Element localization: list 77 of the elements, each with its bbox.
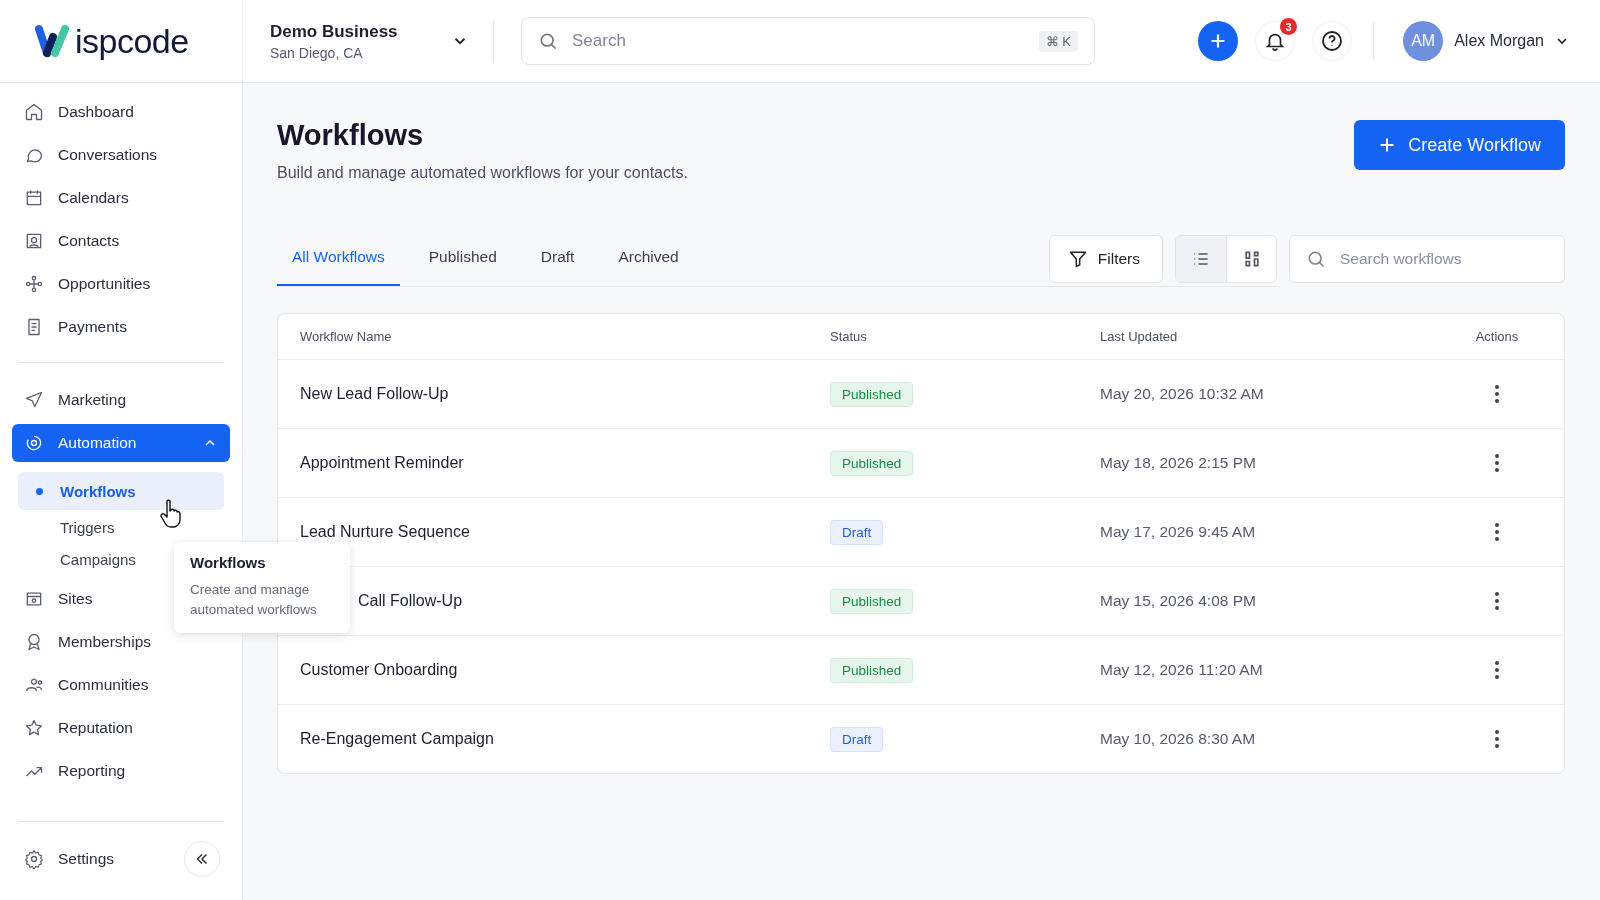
vertical-dots-icon <box>1494 729 1500 749</box>
workflow-name: Appointment Reminder <box>300 454 465 472</box>
add-button[interactable] <box>1198 21 1239 61</box>
status-badge: Published <box>830 588 914 614</box>
sidebar-item[interactable]: Marketing <box>12 381 230 419</box>
vertical-dots-icon <box>1494 522 1500 542</box>
status-badge: Published <box>830 657 914 683</box>
sidebar-item[interactable]: Reporting <box>12 752 230 790</box>
sidebar-item[interactable]: Memberships <box>12 623 230 661</box>
tooltip-text: Create and manage automated workflows <box>190 581 318 619</box>
sidebar-item[interactable]: Payments <box>12 308 230 346</box>
tab[interactable]: Published <box>413 230 512 286</box>
notifications-button[interactable]: 3 <box>1255 21 1296 61</box>
sidebar-item[interactable]: Dashboard <box>12 93 230 131</box>
last-updated: May 18, 2026 2:15 PM <box>1100 454 1257 472</box>
vertical-dots-icon <box>1494 384 1500 404</box>
search-field[interactable]: Search ⌘ K <box>521 17 1095 65</box>
paper-plane-icon <box>24 390 44 410</box>
search-workflows-field[interactable]: Search workflows <box>1289 234 1565 283</box>
contact-card-icon <box>24 231 44 251</box>
tab[interactable]: Archived <box>603 230 694 286</box>
status-badge: Draft <box>830 726 884 752</box>
collapse-sidebar-button[interactable] <box>184 841 220 877</box>
search-icon <box>538 31 558 51</box>
grid-view-button[interactable] <box>1226 235 1276 282</box>
column-header: Status <box>830 329 868 344</box>
notification-count: 3 <box>1280 18 1298 35</box>
network-icon <box>24 274 44 294</box>
vertical-dots-icon <box>1494 591 1500 611</box>
column-header: Actions <box>1474 329 1520 344</box>
settings-item[interactable]: Settings <box>12 840 126 878</box>
list-view-button[interactable] <box>1176 235 1226 282</box>
vertical-dots-icon <box>1494 453 1500 473</box>
workflow-name: New Lead Follow-Up <box>300 385 450 403</box>
last-updated: May 15, 2026 4:08 PM <box>1100 592 1257 610</box>
last-updated: May 12, 2026 11:20 AM <box>1100 661 1264 679</box>
page-title: Workflows <box>277 119 425 152</box>
last-updated: May 10, 2026 8:30 AM <box>1100 730 1257 748</box>
tab[interactable]: Draft <box>525 230 590 286</box>
business-selector[interactable]: Demo Business San Diego, CA <box>243 21 493 61</box>
status-badge: Published <box>830 450 914 476</box>
search-input[interactable]: Search <box>570 30 1027 52</box>
vertical-dots-icon <box>1494 660 1500 680</box>
workflow-name: Lead Nurture Sequence <box>300 523 471 541</box>
column-header: Workflow Name <box>300 329 393 344</box>
help-icon <box>1320 29 1345 53</box>
star-icon <box>24 718 44 738</box>
create-workflow-button[interactable]: Create Workflow <box>1354 120 1565 170</box>
last-updated: May 17, 2026 9:45 AM <box>1100 523 1257 541</box>
sidebar-subitem[interactable]: Workflows <box>18 472 224 510</box>
status-badge: Published <box>830 381 914 407</box>
settings-icon <box>24 849 44 869</box>
help-button[interactable] <box>1312 21 1353 61</box>
logo-text: ispcode <box>75 21 189 61</box>
status-badge: Draft <box>830 519 884 545</box>
filters-button[interactable]: Filters <box>1048 234 1163 283</box>
sidebar-item[interactable]: Contacts <box>12 222 230 260</box>
sidebar-item[interactable]: Reputation <box>12 709 230 747</box>
target-icon <box>24 433 44 453</box>
sidebar-item[interactable]: Automation <box>12 424 230 462</box>
sidebar-item[interactable]: Conversations <box>12 136 230 174</box>
shortcut-hint: ⌘ K <box>1038 30 1078 52</box>
last-updated: May 20, 2026 10:32 AM <box>1100 385 1265 403</box>
house-icon <box>24 102 44 122</box>
workflow-name: Re-Engagement Campaign <box>300 730 495 748</box>
column-header: Last Updated <box>1100 329 1179 344</box>
calendar-icon <box>24 188 44 208</box>
sidebar-item[interactable]: Calendars <box>12 179 230 217</box>
workflow-name: Customer Onboarding <box>300 661 459 679</box>
tab[interactable]: All Workflows <box>277 230 400 286</box>
sidebar-item[interactable]: Communities <box>12 666 230 704</box>
sidebar-item[interactable]: Opportunities <box>12 265 230 303</box>
page-subtitle: Build and manage automated workflows for your contacts. <box>277 164 688 182</box>
tooltip-title: Workflows <box>190 554 267 571</box>
sidebar-subitem[interactable]: Triggers <box>18 511 224 543</box>
hand-cursor-icon <box>159 499 183 529</box>
user-menu[interactable]: Alex Morgan <box>1454 32 1570 50</box>
